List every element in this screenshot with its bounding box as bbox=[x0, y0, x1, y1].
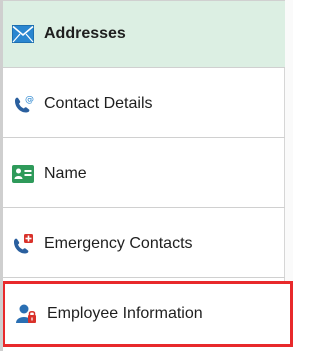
id-card-icon bbox=[12, 163, 34, 185]
nav-item-label: Employee Information bbox=[47, 305, 203, 322]
nav-item-emergency-contacts[interactable]: Emergency Contacts bbox=[0, 210, 285, 278]
nav-right-edge bbox=[284, 0, 293, 281]
nav-item-employee-information[interactable]: Employee Information bbox=[2, 281, 293, 347]
nav-item-label: Addresses bbox=[44, 25, 126, 42]
side-navigation: Addresses @ Contact Details Name Emergen… bbox=[0, 0, 293, 351]
nav-item-label: Name bbox=[44, 164, 87, 182]
nav-item-name[interactable]: Name bbox=[0, 140, 285, 208]
employee-lock-icon bbox=[15, 303, 37, 325]
svg-text:@: @ bbox=[25, 95, 34, 105]
nav-item-label: Emergency Contacts bbox=[44, 234, 193, 252]
emergency-phone-icon bbox=[12, 233, 34, 255]
envelope-icon bbox=[12, 23, 34, 45]
nav-item-label: Contact Details bbox=[44, 94, 153, 112]
nav-item-addresses[interactable]: Addresses bbox=[0, 0, 285, 68]
phone-at-icon: @ bbox=[12, 93, 34, 115]
nav-item-contact-details[interactable]: @ Contact Details bbox=[0, 70, 285, 138]
